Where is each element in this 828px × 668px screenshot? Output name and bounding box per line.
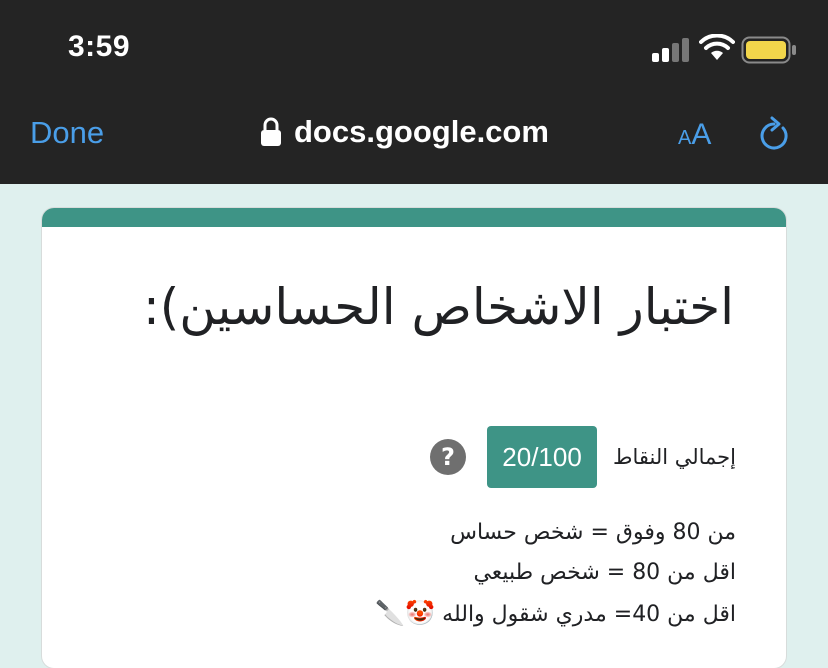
url-text: docs.google.com [294,114,549,149]
form-accent-bar [42,208,786,227]
lock-icon [261,117,281,146]
description-line-text: اقل من 40= مدري شقول والله [442,602,736,627]
done-button[interactable]: Done [30,115,104,151]
browser-chrome: 3:59 Done docs.google.com AA [0,0,828,184]
form-card: اختبار الاشخاص الحساسين): إجمالي النقاط … [42,208,786,668]
description-line: اقل من 80 = شخص طبيعي [473,560,736,585]
signal-icon [652,38,689,62]
clown-knife-emoji: 🤡🔪 [375,599,436,627]
status-time: 3:59 [68,30,131,63]
battery-icon [741,36,796,64]
form-description: من 80 وفوق = شخص حساس اقل من 80 = شخص طب… [375,513,736,635]
wifi-icon [699,34,735,60]
svg-text:?: ? [441,443,455,471]
address-bar[interactable]: docs.google.com [260,114,549,150]
description-line: من 80 وفوق = شخص حساس [450,520,736,545]
reload-icon[interactable] [756,116,792,154]
score-label: إجمالي النقاط [613,445,736,469]
text-size-small-label: A [678,127,692,149]
score-row: إجمالي النقاط 20/100 ? [429,426,736,488]
description-line: اقل من 40= مدري شقول والله 🤡🔪 [375,593,736,635]
score-badge: 20/100 [487,426,598,488]
help-icon[interactable]: ? [429,438,467,476]
form-title: اختبار الاشخاص الحساسين): [142,278,734,336]
text-size-large-label: A [691,118,712,151]
text-size-button[interactable]: AA [678,118,711,152]
